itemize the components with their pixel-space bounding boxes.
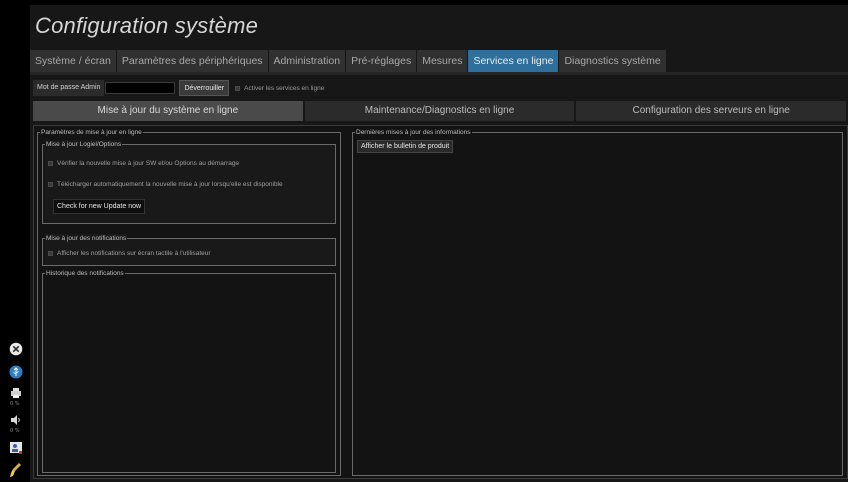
check-update-now-button[interactable]: Check for new Update now <box>53 199 146 214</box>
brush-icon[interactable] <box>8 462 23 477</box>
tab-administration[interactable]: Administration <box>268 50 347 72</box>
sub-tabs: Mise à jour du système en ligne Maintena… <box>33 101 848 121</box>
tab-pre-reglages[interactable]: Pré-réglages <box>346 50 418 72</box>
update-params-group: Paramètres de mise à jour en ligne Mise … <box>37 128 341 476</box>
subtab-server-config[interactable]: Configuration des serveurs en ligne <box>576 101 848 121</box>
auto-download-option[interactable]: Télécharger automatiquement la nouvelle … <box>48 181 283 188</box>
show-touchscreen-option[interactable]: Afficher les notifications sur écran tac… <box>48 250 211 257</box>
main-tabs: Système / écran Paramètres des périphéri… <box>30 50 667 72</box>
tab-services-en-ligne[interactable]: Services en ligne <box>468 50 560 72</box>
auto-download-label: Télécharger automatiquement la nouvelle … <box>57 181 283 188</box>
auto-download-checkbox[interactable] <box>48 182 53 187</box>
show-touchscreen-checkbox[interactable] <box>48 251 53 256</box>
show-touchscreen-label: Afficher les notifications sur écran tac… <box>57 250 211 257</box>
tab-diagnostics-systeme[interactable]: Diagnostics système <box>559 50 667 72</box>
user-card-icon[interactable] <box>8 440 23 455</box>
printer-icon[interactable] <box>8 385 23 400</box>
update-panel: Paramètres de mise à jour en ligne Mise … <box>33 125 848 479</box>
usb-icon[interactable] <box>8 364 23 379</box>
notifications-update-legend: Mise à jour des notifications <box>45 234 128 243</box>
check-on-startup-option[interactable]: Vérifier la nouvelle mise à jour SW et/o… <box>48 160 239 167</box>
product-bulletin-button[interactable]: Afficher le bulletin de produit <box>357 140 454 153</box>
left-icon-rail: 0 % 0 % <box>0 0 30 482</box>
tab-systeme-ecran[interactable]: Système / écran <box>30 50 117 72</box>
enable-services-checkbox[interactable]: Activer les services en ligne <box>235 85 324 92</box>
tab-parametres-peripheriques[interactable]: Paramètres des périphériques <box>116 50 269 72</box>
notifications-history-legend: Historique des notifications <box>45 269 125 278</box>
admin-password-label: Mot de passe Admin <box>33 80 105 96</box>
subtab-system-update[interactable]: Mise à jour du système en ligne <box>33 101 305 121</box>
notifications-update-group: Mise à jour des notifications Afficher l… <box>42 234 336 266</box>
speaker-icon[interactable] <box>8 412 23 427</box>
speaker-percent: 0 % <box>10 428 20 434</box>
tab-divider <box>30 72 848 75</box>
tab-mesures[interactable]: Mesures <box>417 50 469 72</box>
update-params-legend: Paramètres de mise à jour en ligne <box>40 128 143 137</box>
enable-services-label: Activer les services en ligne <box>244 84 325 92</box>
latest-updates-group: Dernières mises à jour des informations … <box>352 128 843 476</box>
config-window: Configuration système Système / écran Pa… <box>30 5 848 482</box>
page-title: Configuration système <box>35 13 259 38</box>
check-on-startup-checkbox[interactable] <box>48 161 53 166</box>
latest-updates-legend: Dernières mises à jour des informations <box>355 128 472 137</box>
unlock-button[interactable]: Déverrouiller <box>179 80 230 96</box>
close-circle-icon[interactable] <box>8 341 23 356</box>
software-update-group: Mise à jour Logiel/Options Vérifier la n… <box>42 140 336 224</box>
software-update-legend: Mise à jour Logiel/Options <box>45 140 123 149</box>
checkbox-box[interactable] <box>235 85 241 91</box>
subtab-maintenance[interactable]: Maintenance/Diagnostics en ligne <box>304 101 577 121</box>
printer-percent: 0 % <box>10 401 20 407</box>
admin-password-input[interactable] <box>105 82 176 94</box>
notifications-history-group: Historique des notifications <box>42 269 336 473</box>
check-on-startup-label: Vérifier la nouvelle mise à jour SW et/o… <box>57 160 240 167</box>
admin-row: Mot de passe Admin Déverrouiller Activer… <box>33 80 324 96</box>
